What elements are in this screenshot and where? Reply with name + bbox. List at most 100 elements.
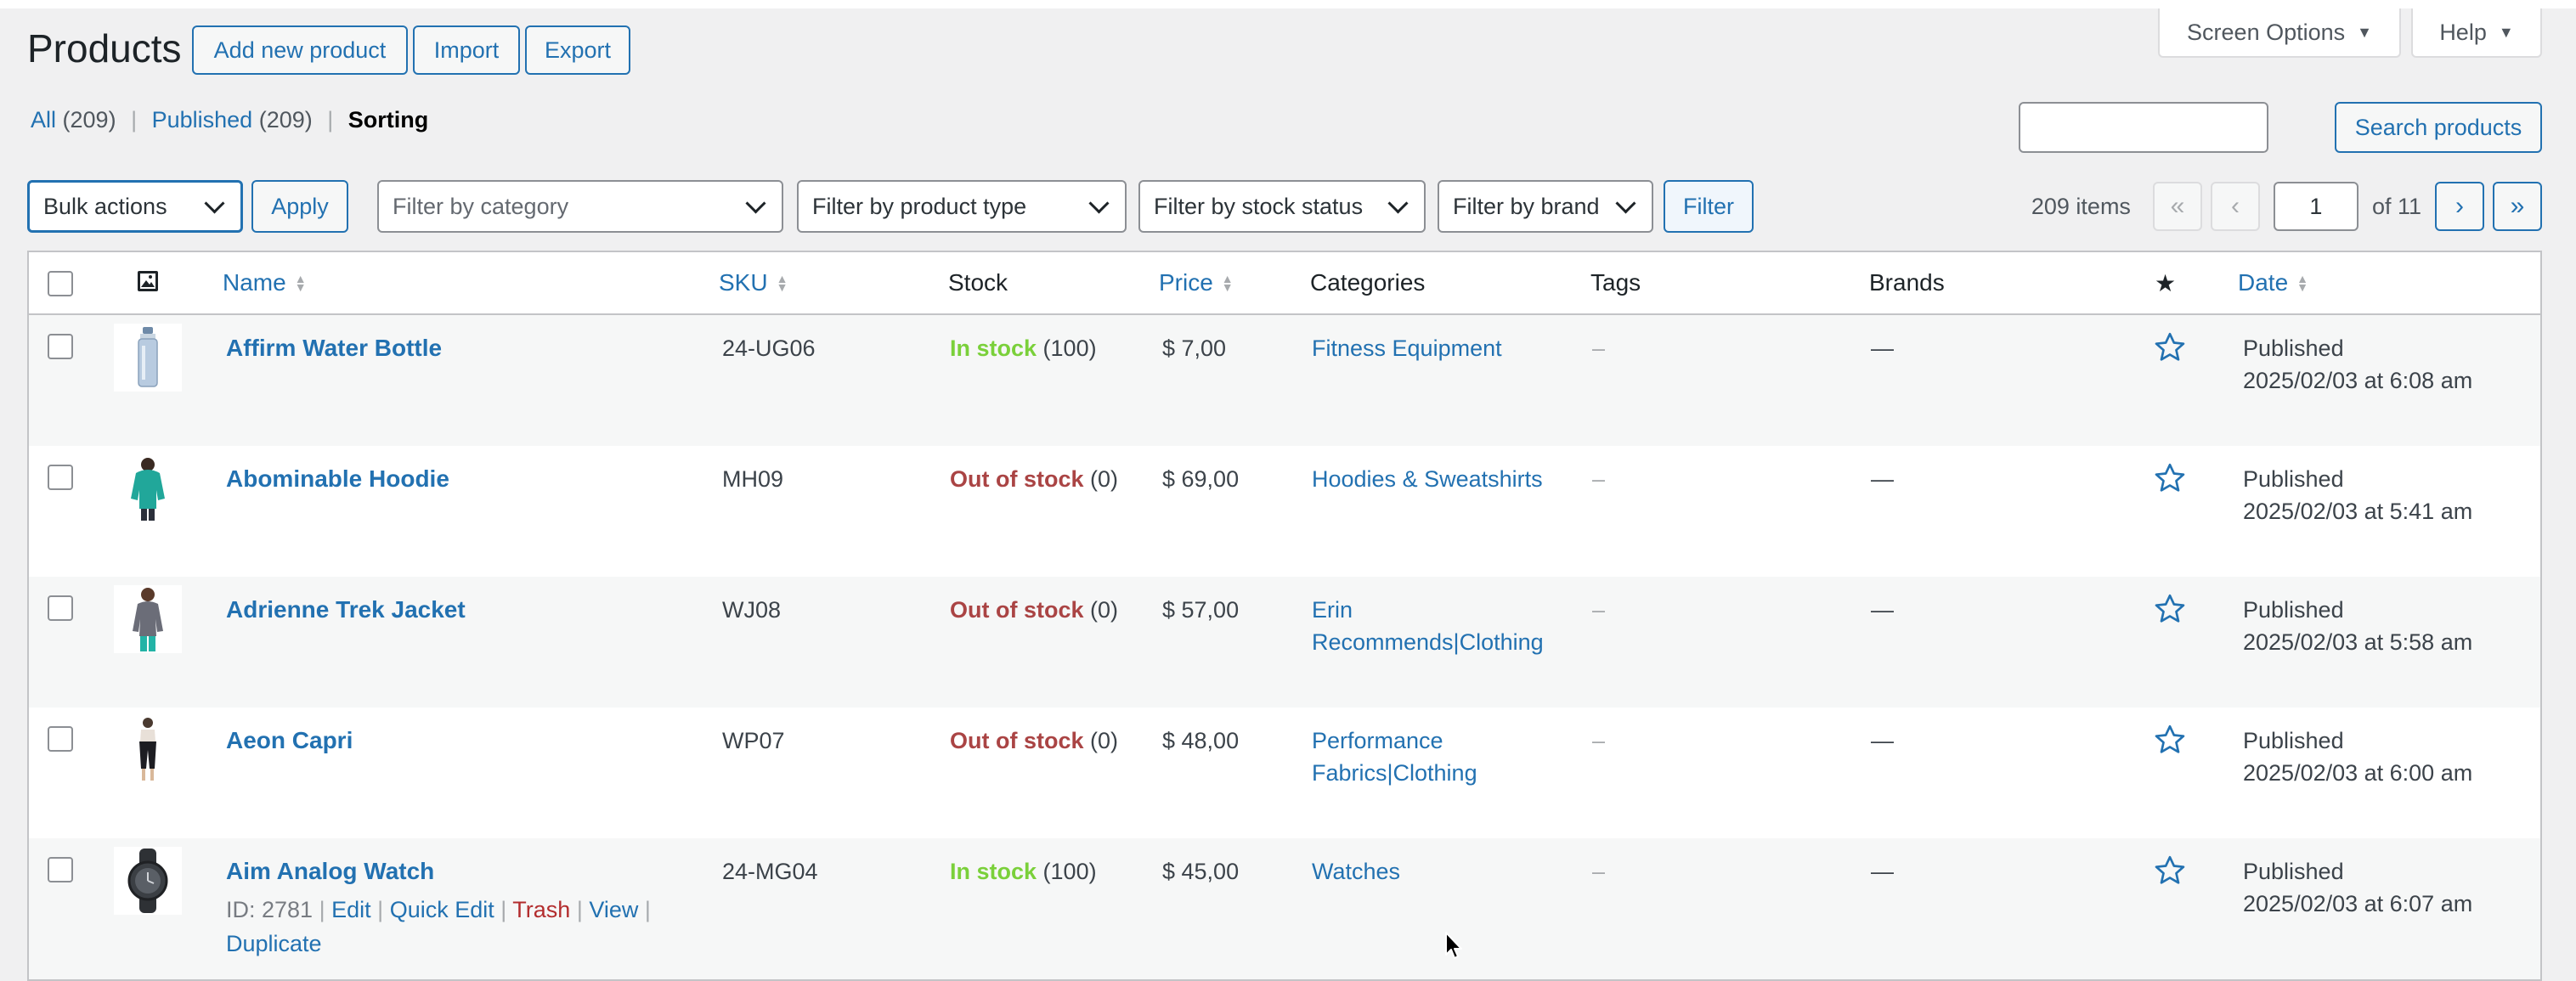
view-sorting-link[interactable]: Sorting [348,107,429,132]
product-stock: Out of stock (0) [950,724,1118,757]
quick-edit-link[interactable]: Quick Edit [390,897,494,922]
product-thumbnail[interactable] [114,847,182,915]
product-name-link[interactable]: Adrienne Trek Jacket [226,594,466,626]
action-separator: | [644,897,651,922]
view-published-link[interactable]: Published [152,107,253,132]
categories-column-header: Categories [1310,269,1425,296]
product-sku: WP07 [722,728,785,753]
row-checkbox[interactable] [48,465,73,490]
product-date: Published 2025/02/03 at 5:58 am [2243,594,2515,658]
duplicate-link[interactable]: Duplicate [226,931,322,956]
product-categories[interactable]: Performance Fabrics|Clothing [1312,724,1567,789]
featured-star-icon[interactable] [2153,330,2187,364]
stock-count: (0) [1090,466,1119,492]
action-separator: | [319,897,325,922]
product-tags: – [1592,466,1606,492]
export-button[interactable]: Export [525,25,630,75]
add-new-product-button[interactable]: Add new product [192,25,408,75]
screen-options-tab[interactable]: Screen Options ▼ [2158,8,2401,58]
date-column-header[interactable]: Date ▲ ▼ [2238,269,2308,296]
bulk-actions-value: Bulk actions [43,193,167,219]
tags-header-label: Tags [1590,269,1641,296]
product-id: ID: 2781 [226,897,314,922]
product-stock: Out of stock (0) [950,594,1118,626]
product-categories[interactable]: Erin Recommends|Clothing [1312,594,1567,658]
product-thumbnail[interactable] [114,585,182,653]
caret-down-icon: ▼ [2357,23,2372,41]
brands-header-label: Brands [1869,269,1945,296]
sort-icon: ▲ ▼ [2296,272,2309,294]
row-checkbox[interactable] [48,595,73,621]
brand-filter-select[interactable]: Filter by brand [1438,180,1653,233]
search-products-button[interactable]: Search products [2335,102,2542,153]
stock-status: Out of stock [950,466,1084,492]
featured-star-icon[interactable] [2153,592,2187,626]
product-categories[interactable]: Fitness Equipment [1312,332,1567,364]
name-column-header[interactable]: Name ▲ ▼ [223,269,307,296]
product-name-link[interactable]: Abominable Hoodie [226,463,449,495]
featured-star-icon[interactable] [2153,461,2187,495]
stock-status: In stock [950,859,1037,884]
table-row: Aeon Capri WP07 Out of stock (0) $ 48,00… [29,708,2540,838]
product-categories[interactable]: Hoodies & Sweatshirts [1312,463,1567,495]
sku-column-header[interactable]: SKU ▲ ▼ [719,269,788,296]
select-all-checkbox[interactable] [48,271,73,296]
product-tags: – [1592,728,1606,753]
date-status: Published [2243,597,2344,623]
sort-icon: ▲ ▼ [294,272,307,294]
search-input[interactable] [2019,102,2268,153]
last-page-button[interactable]: » [2493,182,2542,231]
stock-status: Out of stock [950,728,1084,753]
view-link[interactable]: View [589,897,638,922]
stock-count: (0) [1090,597,1119,623]
help-tab[interactable]: Help ▼ [2411,8,2542,58]
product-categories[interactable]: Watches [1312,855,1567,888]
row-checkbox[interactable] [48,726,73,752]
stock-status-filter-select[interactable]: Filter by stock status [1138,180,1426,233]
table-row: Abominable Hoodie MH09 Out of stock (0) … [29,446,2540,577]
apply-button[interactable]: Apply [251,180,348,233]
prev-page-button: ‹ [2210,182,2260,231]
product-type-filter-select[interactable]: Filter by product type [797,180,1127,233]
bulk-actions-select[interactable]: Bulk actions [27,180,243,233]
product-thumbnail[interactable] [114,454,182,522]
product-brands: — [1871,859,1894,884]
view-all-link[interactable]: All [31,107,56,132]
product-thumbnail[interactable] [114,716,182,784]
date-status: Published [2243,335,2344,361]
product-stock: In stock (100) [950,332,1097,364]
first-page-button: « [2152,182,2202,231]
price-header-label: Price [1159,269,1213,296]
next-page-button[interactable]: › [2435,182,2484,231]
category-filter-select[interactable]: Filter by category [377,180,783,233]
product-date: Published 2025/02/03 at 6:07 am [2243,855,2515,920]
caret-down-icon: ▼ [2498,23,2514,41]
product-name-link[interactable]: Aeon Capri [226,724,353,757]
help-label: Help [2439,19,2487,45]
product-tags: – [1592,335,1606,361]
filter-button[interactable]: Filter [1664,180,1754,233]
edit-link[interactable]: Edit [331,897,371,922]
date-value: 2025/02/03 at 6:07 am [2243,891,2473,916]
product-name-link[interactable]: Aim Analog Watch [226,855,434,888]
featured-star-icon[interactable] [2153,854,2187,888]
action-separator: | [377,897,384,922]
product-sku: MH09 [722,466,784,492]
row-checkbox[interactable] [48,334,73,359]
product-thumbnail[interactable] [114,324,182,392]
table-header: Name ▲ ▼ SKU ▲ ▼ Stock Price ▲ ▼ Categories… [29,252,2540,315]
featured-star-icon[interactable] [2153,723,2187,757]
product-stock: In stock (100) [950,855,1097,888]
current-page-input[interactable]: 1 [2273,182,2359,231]
stock-header-label: Stock [948,269,1008,296]
product-sku: WJ08 [722,597,782,623]
price-column-header[interactable]: Price ▲ ▼ [1159,269,1234,296]
import-button[interactable]: Import [413,25,520,75]
product-tags: – [1592,597,1606,623]
row-checkbox[interactable] [48,857,73,882]
trash-link[interactable]: Trash [512,897,570,922]
product-name-link[interactable]: Affirm Water Bottle [226,332,442,364]
product-tags: – [1592,859,1606,884]
mouse-pointer-icon [1445,932,1462,959]
sort-icon: ▲ ▼ [776,272,788,294]
